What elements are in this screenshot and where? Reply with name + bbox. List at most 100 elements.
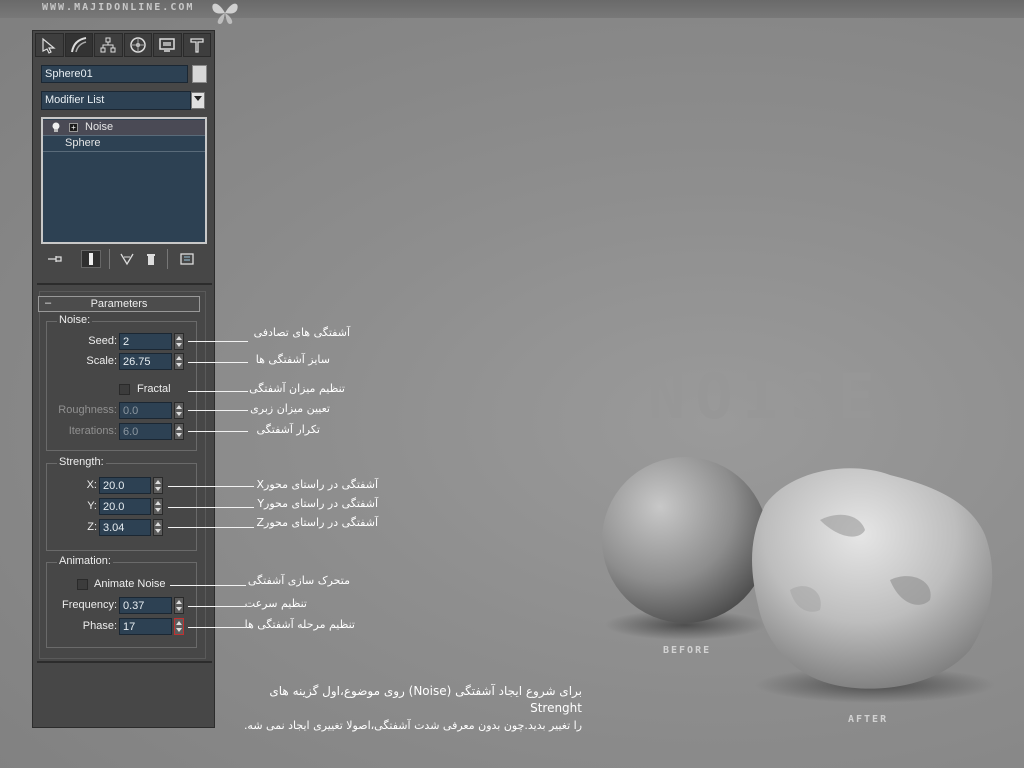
phase-input[interactable]: 17 [119,618,172,635]
strength-y-label: Y: [87,500,97,512]
roughness-label: Roughness: [58,404,117,416]
roughness-input[interactable]: 0.0 [119,402,172,419]
strength-z-leader-line [168,527,254,528]
strength-y-spinner[interactable] [153,498,163,515]
hierarchy-tab[interactable] [94,33,123,57]
strength-x-annotation: آشفتگی در راستای محورX [256,478,379,491]
create-tab[interactable] [35,33,64,57]
strength-z-label: Z: [87,521,97,533]
scale-label: Scale: [86,355,117,367]
roughness-leader-line [188,410,248,411]
end-result-icon [89,253,93,265]
strength-y-input[interactable]: 20.0 [99,498,151,515]
caption-line-2: را تغییر بدید.چون بدون معرفی شدت آشفتگی،… [243,719,582,732]
phase-annotation: تنظیم مرحله آشفتگی ها [244,618,355,631]
stack-item-label: Noise [85,121,114,133]
create-arrow-icon [42,37,56,54]
divider [37,661,212,663]
stack-item-label: Sphere [65,137,101,149]
strength-z-annotation: آشفتگی در راستای محورZ [256,516,379,529]
noise-title-text: NOISE [648,360,885,433]
object-name-input[interactable]: Sphere01 [41,65,188,83]
frequency-spinner[interactable] [174,597,184,614]
trash-icon [147,253,155,265]
configure-sets-icon [180,253,194,265]
strength-x-input[interactable]: 20.0 [99,477,151,494]
rollout-title: Parameters [90,298,148,310]
pin-icon [48,256,62,262]
utilities-hammer-icon [190,38,204,53]
watermark-text: WWW.MAJIDONLINE.COM [42,2,195,13]
stack-item-sphere[interactable]: Sphere [43,136,205,151]
modify-curve-icon [70,37,86,53]
remove-modifier-button[interactable] [141,250,161,268]
animation-group-label: Animation: [57,555,113,567]
frequency-input[interactable]: 0.37 [119,597,172,614]
stack-toolbar [45,247,205,271]
phase-label: Phase: [82,620,117,632]
strength-z-input[interactable]: 3.04 [99,519,151,536]
iterations-label: Iterations: [68,425,117,437]
parameters-rollout-header[interactable]: – Parameters [38,296,200,312]
strength-z-spinner[interactable] [153,519,163,536]
noise-group-label: Noise: [57,314,93,326]
command-panel: Sphere01 Modifier List + Noise Sphere – … [32,30,215,728]
seed-annotation: آشفتگی های تصادفی [253,326,350,339]
caption-text: برای شروع ایجاد آشفتگی (Noise) روی موضوع… [232,683,582,734]
seed-leader-line [188,341,248,342]
make-unique-button[interactable] [117,250,137,268]
expand-plus-icon[interactable]: + [69,123,78,132]
strength-x-spinner[interactable] [153,477,163,494]
strength-y-leader-line [168,507,254,508]
scale-leader-line [188,362,248,363]
butterfly-logo-icon [212,3,238,24]
utilities-tab[interactable] [182,33,211,57]
iterations-spinner[interactable] [174,423,184,440]
fractal-leader-line [188,391,248,392]
strength-x-label: X: [86,479,97,491]
pin-stack-button[interactable] [45,250,65,268]
phase-spinner[interactable] [174,618,184,635]
modifier-list-arrow[interactable] [191,92,205,109]
roughness-spinner[interactable] [174,402,184,419]
modifier-stack: + Noise Sphere [41,117,207,244]
seed-label: Seed: [88,335,117,347]
chevron-down-icon [194,96,202,101]
scale-spinner[interactable] [174,353,184,370]
fractal-checkbox[interactable] [119,384,130,395]
object-color-swatch[interactable] [192,65,207,83]
before-label: BEFORE [663,645,712,656]
iterations-leader-line [188,431,248,432]
phase-leader-line [188,627,246,628]
show-end-result-button[interactable] [81,250,101,268]
animate-noise-leader-line [170,585,246,586]
noise-blob-after [752,468,993,689]
animate-noise-label: Animate Noise [94,578,166,590]
scale-input[interactable]: 26.75 [119,353,172,370]
iterations-input[interactable]: 6.0 [119,423,172,440]
seed-input[interactable]: 2 [119,333,172,350]
toolbar-separator [167,249,168,269]
display-tab[interactable] [153,33,182,57]
strength-x-leader-line [168,486,254,487]
render-image [602,457,995,703]
divider [37,283,212,285]
toolbar-separator [109,249,110,269]
scale-annotation: سایز آشفتگی ها [255,353,330,366]
fractal-label: Fractal [137,383,171,395]
stack-item-noise[interactable]: + Noise [43,120,205,135]
configure-sets-button[interactable] [177,250,197,268]
modify-tab[interactable] [64,33,93,57]
sphere-before [602,457,768,623]
modifier-list-dropdown[interactable]: Modifier List [41,91,191,110]
hierarchy-icon [100,37,116,53]
seed-spinner[interactable] [174,333,184,350]
caption-line-1: برای شروع ایجاد آشفتگی (Noise) روی موضوع… [269,684,582,715]
iterations-annotation: تکرار آشفتگی [256,423,320,436]
motion-tab[interactable] [123,33,152,57]
animate-noise-checkbox[interactable] [77,579,88,590]
make-unique-icon [120,253,134,266]
motion-wheel-icon [130,37,146,53]
lightbulb-icon [52,122,60,132]
strength-y-annotation: آشفتگی در راستای محورY [257,497,378,510]
